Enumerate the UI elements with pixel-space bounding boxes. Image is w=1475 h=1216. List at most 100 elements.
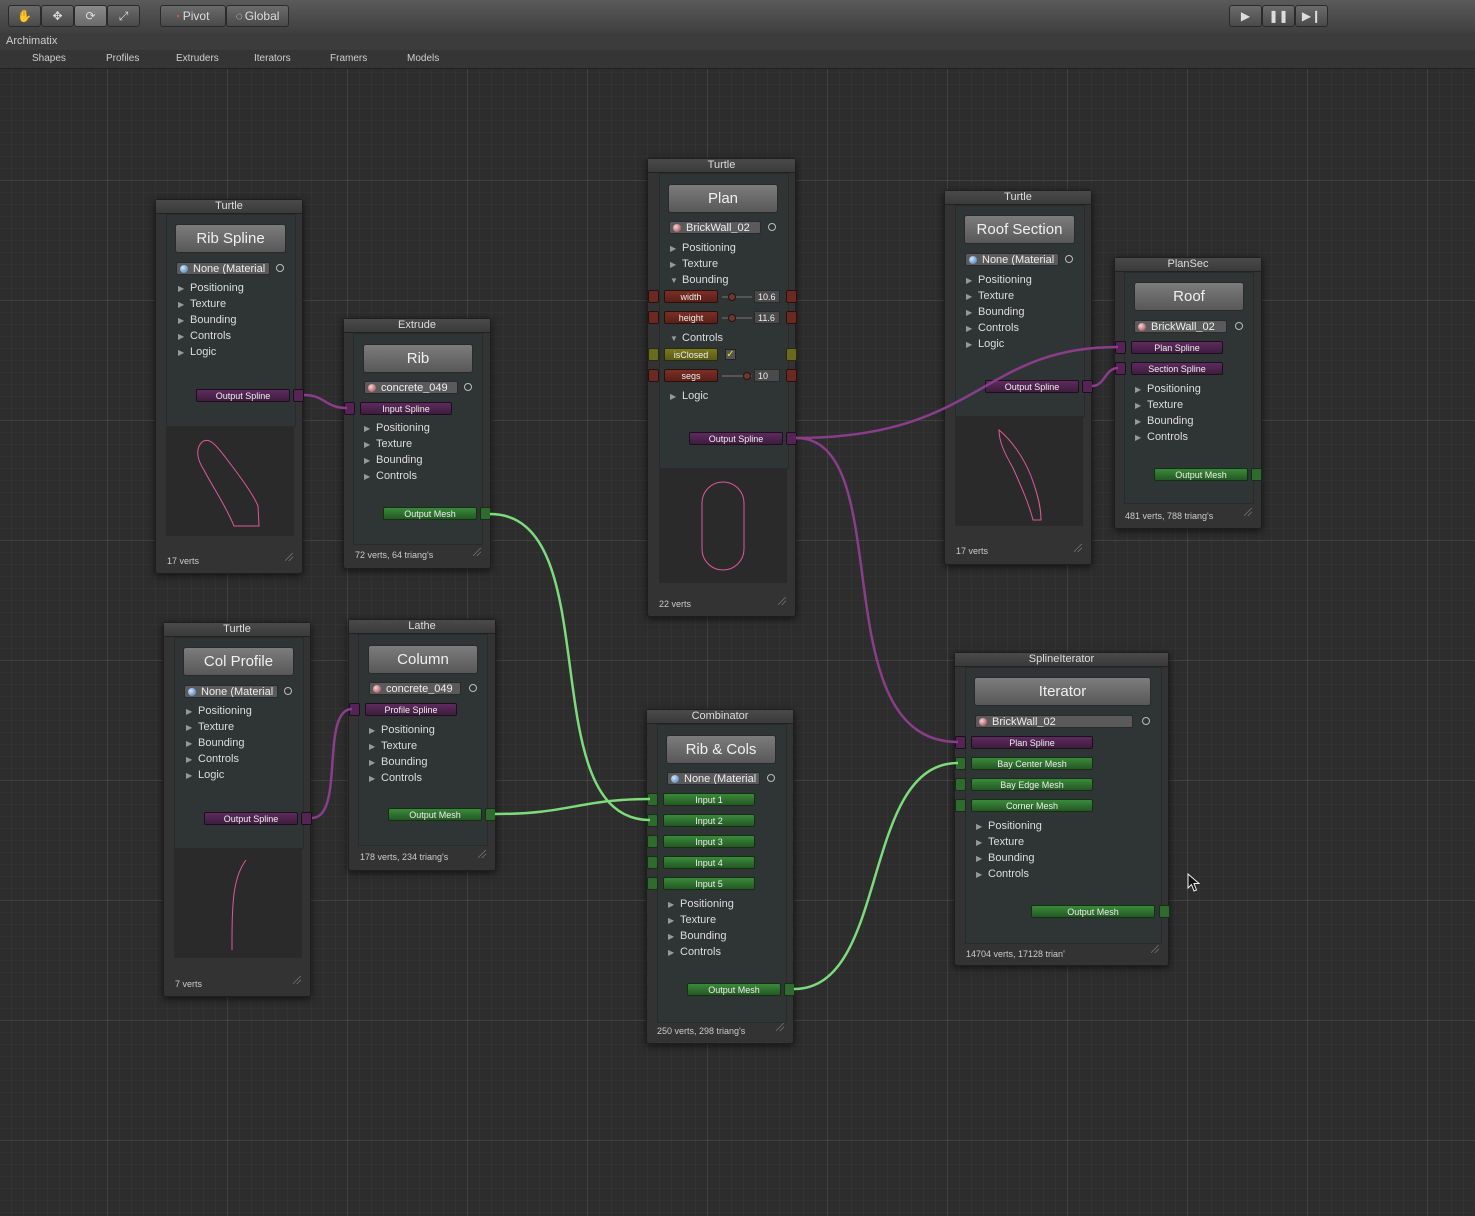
input-connector[interactable]	[955, 778, 966, 791]
input-connector[interactable]	[955, 736, 966, 749]
node-name-button[interactable]: Roof	[1134, 282, 1244, 311]
output-mesh-port[interactable]: Output Mesh	[687, 983, 781, 996]
pivot-toggle-button[interactable]: ▪ Pivot	[160, 5, 226, 27]
material-field[interactable]: concrete_049	[369, 682, 461, 695]
input-connector[interactable]	[647, 856, 658, 869]
fold-bounding[interactable]: ▶ Bounding	[364, 454, 423, 466]
material-field[interactable]: None (Material	[965, 253, 1059, 266]
input-connector[interactable]	[1115, 362, 1126, 375]
menu-iterators[interactable]: Iterators	[254, 53, 291, 64]
fold-positioning[interactable]: ▶ Positioning	[668, 898, 734, 910]
material-field[interactable]: BrickWall_02	[975, 715, 1133, 728]
fold-logic[interactable]: ▶ Logic	[178, 346, 216, 358]
isclosed-param-label[interactable]: isClosed	[664, 348, 718, 361]
object-picker-icon[interactable]	[1235, 322, 1243, 330]
node-rib[interactable]: Extrude Rib concrete_049 Input Spline ▶ P…	[343, 318, 491, 569]
node-rib-cols[interactable]: Combinator Rib & Cols None (Material Inp…	[646, 709, 795, 1044]
resize-handle-icon[interactable]	[293, 976, 301, 984]
input-3-port[interactable]: Input 3	[663, 835, 755, 848]
fold-logic[interactable]: ▶ Logic	[186, 769, 224, 781]
fold-controls[interactable]: ▶ Controls	[178, 330, 231, 342]
fold-texture[interactable]: ▶ Texture	[1135, 399, 1183, 411]
node-name-button[interactable]: Rib & Cols	[666, 735, 776, 764]
output-spline-port[interactable]: Output Spline	[689, 432, 783, 445]
param-input-connector[interactable]	[648, 311, 659, 324]
output-mesh-port[interactable]: Output Mesh	[1031, 905, 1155, 918]
step-button[interactable]: ▶❙	[1295, 5, 1328, 27]
fold-texture[interactable]: ▶ Texture	[186, 721, 234, 733]
plan-spline-port[interactable]: Plan Spline	[971, 736, 1093, 749]
plan-spline-port[interactable]: Plan Spline	[1131, 341, 1223, 354]
hand-tool-button[interactable]: ✋	[8, 5, 41, 27]
profile-spline-port[interactable]: Profile Spline	[365, 703, 457, 716]
fold-texture[interactable]: ▶ Texture	[670, 258, 718, 270]
section-spline-port[interactable]: Section Spline	[1131, 362, 1223, 375]
object-picker-icon[interactable]	[464, 383, 472, 391]
resize-handle-icon[interactable]	[478, 850, 486, 858]
input-4-port[interactable]: Input 4	[663, 856, 755, 869]
input-connector[interactable]	[647, 835, 658, 848]
menu-models[interactable]: Models	[407, 53, 439, 64]
height-value[interactable]: 11.6	[754, 311, 780, 324]
node-name-button[interactable]: Rib	[363, 344, 473, 373]
height-param-label[interactable]: height	[664, 311, 718, 324]
fold-bounding[interactable]: ▶ Bounding	[976, 852, 1035, 864]
input-1-port[interactable]: Input 1	[663, 793, 755, 806]
output-spline-port[interactable]: Output Spline	[196, 389, 290, 402]
fold-bounding[interactable]: ▼ Bounding	[670, 274, 729, 286]
fold-controls[interactable]: ▼ Controls	[670, 332, 723, 344]
output-connector[interactable]	[1251, 468, 1262, 481]
object-picker-icon[interactable]	[768, 223, 776, 231]
material-field[interactable]: None (Material	[184, 685, 278, 698]
input-connector[interactable]	[647, 814, 658, 827]
node-iterator[interactable]: SplineIterator Iterator BrickWall_02 Pla…	[954, 652, 1170, 966]
node-name-button[interactable]: Plan	[668, 184, 778, 213]
input-connector[interactable]	[349, 703, 360, 716]
node-name-button[interactable]: Roof Section	[964, 215, 1075, 244]
bay-edge-mesh-port[interactable]: Bay Edge Mesh	[971, 778, 1093, 791]
output-connector[interactable]	[301, 812, 312, 825]
param-input-connector[interactable]	[648, 369, 659, 382]
pause-button[interactable]: ❚❚	[1262, 5, 1295, 27]
fold-positioning[interactable]: ▶ Positioning	[369, 724, 435, 736]
node-name-button[interactable]: Iterator	[974, 677, 1151, 706]
input-5-port[interactable]: Input 5	[663, 877, 755, 890]
fold-positioning[interactable]: ▶ Positioning	[186, 705, 252, 717]
output-mesh-port[interactable]: Output Mesh	[383, 507, 477, 520]
param-input-connector[interactable]	[648, 290, 659, 303]
resize-handle-icon[interactable]	[1244, 508, 1252, 516]
fold-texture[interactable]: ▶ Texture	[369, 740, 417, 752]
material-field[interactable]: None (Material	[667, 772, 760, 785]
input-connector[interactable]	[955, 799, 966, 812]
move-tool-button[interactable]: ✥	[41, 5, 74, 27]
material-field[interactable]: None (Material	[176, 262, 270, 275]
corner-mesh-port[interactable]: Corner Mesh	[971, 799, 1093, 812]
input-connector[interactable]	[344, 402, 355, 415]
scale-tool-button[interactable]: ⤢	[107, 5, 140, 27]
fold-controls[interactable]: ▶ Controls	[668, 946, 721, 958]
height-slider[interactable]	[722, 317, 752, 319]
menu-extruders[interactable]: Extruders	[176, 53, 219, 64]
object-picker-icon[interactable]	[1142, 717, 1150, 725]
output-connector[interactable]	[1082, 380, 1093, 393]
width-value[interactable]: 10.6	[754, 290, 780, 303]
node-rib-spline[interactable]: Turtle Rib Spline None (Material ▶ Positi…	[155, 199, 304, 574]
isclosed-checkbox[interactable]: ✓	[725, 349, 736, 360]
output-connector[interactable]	[485, 808, 496, 821]
param-output-connector[interactable]	[786, 348, 797, 361]
node-roof-section[interactable]: Turtle Roof Section None (Material ▶ Posi…	[944, 190, 1093, 565]
input-connector[interactable]	[647, 877, 658, 890]
segs-slider-thumb[interactable]	[743, 372, 751, 380]
output-spline-port[interactable]: Output Spline	[985, 380, 1079, 393]
material-field[interactable]: BrickWall_02	[1134, 320, 1227, 333]
resize-handle-icon[interactable]	[473, 548, 481, 556]
input-connector[interactable]	[955, 757, 966, 770]
input-connector[interactable]	[1115, 341, 1126, 354]
output-mesh-port[interactable]: Output Mesh	[388, 808, 482, 821]
param-output-connector[interactable]	[786, 311, 797, 324]
fold-positioning[interactable]: ▶ Positioning	[670, 242, 736, 254]
material-field[interactable]: concrete_049	[364, 381, 458, 394]
node-column[interactable]: Lathe Column concrete_049 Profile Spline…	[348, 619, 496, 871]
width-param-label[interactable]: width	[664, 290, 718, 303]
node-name-button[interactable]: Rib Spline	[175, 224, 286, 253]
